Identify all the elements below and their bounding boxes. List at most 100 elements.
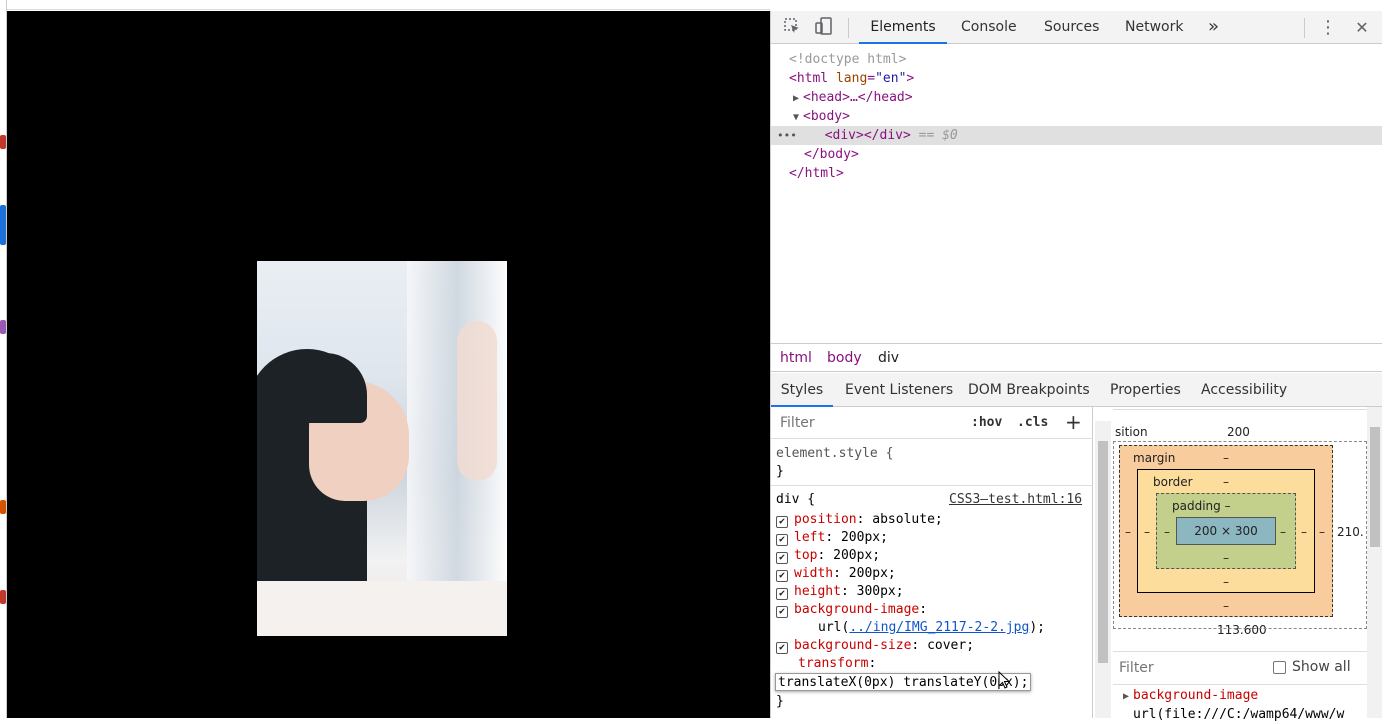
box-model-scrollbar[interactable] [1367,407,1382,718]
margin-bottom-value[interactable]: – [1223,599,1229,613]
tab-accessibility[interactable]: Accessibility [1201,373,1287,407]
tab-properties[interactable]: Properties [1110,373,1181,407]
margin-right-value[interactable]: – [1319,525,1325,539]
dom-line-html-close[interactable]: </html> [771,164,1382,183]
transform-value-editor[interactable]: translateX(0px) translateY(0px); [775,673,1032,691]
position-top-value[interactable]: 200 [1227,425,1250,439]
rule-height[interactable]: ✔ height: 300px; [776,583,904,601]
rule-background-size[interactable]: ✔ background-size: cover; [776,637,974,655]
new-rule-button[interactable]: + [1065,410,1082,434]
checkbox-icon[interactable]: ✔ [776,552,788,564]
rule-left[interactable]: ✔ left: 200px; [776,529,888,547]
styles-filter-input[interactable] [776,412,958,434]
devtools-top-edge [770,0,1395,11]
rule-close-brace: } [776,694,784,709]
html-close-tag: </html> [789,166,844,181]
padding-bottom-value[interactable]: – [1223,551,1229,565]
border-bottom-value[interactable]: – [1223,575,1229,589]
prop-name: top [794,548,818,563]
checkbox-icon[interactable] [1273,660,1286,674]
expand-triangle-icon[interactable]: ▶ [793,89,803,108]
prop-value[interactable]: 300px; [857,584,904,599]
box-content-size[interactable]: 200 × 300 [1176,517,1276,545]
margin-top-value[interactable]: – [1223,451,1229,465]
body-close-tag: </body> [804,147,859,162]
breadcrumb-body[interactable]: body [827,350,862,366]
dom-line-html[interactable]: <html lang="en"> [771,69,1382,88]
rule-close-brace: } [776,464,784,479]
prop-value[interactable]: cover; [927,638,974,653]
border-left-value[interactable]: – [1144,525,1150,539]
dom-line-body-close[interactable]: </body> [771,145,1382,164]
padding-right-value[interactable]: – [1280,525,1286,539]
div-rule-selector[interactable]: div { [776,491,815,509]
tab-network[interactable]: Network [1125,11,1183,44]
more-tabs-button[interactable]: » [1208,11,1219,44]
html-attr-value: "en" [875,71,907,86]
desktop-icon-fragment [0,320,6,334]
tab-console[interactable]: Console [961,11,1017,44]
border-top-value[interactable]: – [1223,475,1229,489]
head-tag: <head>…</head> [803,90,913,105]
scrollbar-thumb[interactable] [1370,427,1380,547]
tab-sources[interactable]: Sources [1044,11,1099,44]
background-photo-div[interactable] [257,261,507,636]
inspect-element-icon[interactable] [781,17,803,39]
breadcrumb-div[interactable]: div [878,350,899,366]
dom-line-doctype[interactable]: <!doctype html> [771,50,1382,69]
devtools-menu-icon[interactable]: ⋮ [1317,17,1339,39]
checkbox-icon[interactable]: ✔ [776,516,788,528]
rule-position[interactable]: ✔ position: absolute; [776,511,943,529]
breadcrumb-html[interactable]: html [780,350,812,366]
hov-toggle[interactable]: :hov [971,415,1002,430]
checkbox-icon[interactable]: ✔ [776,588,788,600]
tabbar-separator [1304,18,1305,38]
scrollbar-thumb[interactable] [1098,441,1108,663]
html-attr-name: lang [835,71,868,86]
rule-top[interactable]: ✔ top: 200px; [776,547,880,565]
checkbox-icon[interactable]: ✔ [776,606,788,618]
rule-width[interactable]: ✔ width: 200px; [776,565,896,583]
border-right-value[interactable]: – [1301,525,1307,539]
desktop-icon-fragment [0,135,6,149]
prop-value[interactable]: 200px; [841,530,888,545]
padding-left-value[interactable]: – [1164,525,1170,539]
dom-line-head[interactable]: ▶ <head>…</head> [771,88,1382,107]
collapse-triangle-icon[interactable]: ▼ [793,108,803,127]
tab-elements[interactable]: Elements [859,11,947,44]
styles-scrollbar[interactable] [1095,421,1111,718]
devtools-tabbar: Elements Console Sources Network » ⋮ ✕ [771,11,1382,44]
element-style-selector[interactable]: element.style { [776,445,893,463]
margin-left-value[interactable]: – [1125,525,1131,539]
node-ellipsis-icon[interactable]: ••• [777,129,797,142]
expand-triangle-icon[interactable]: ▶ [1123,688,1133,706]
dom-line-div-selected[interactable]: ••• <div></div> == $0 [771,126,1382,145]
mouse-cursor-icon [998,670,1012,689]
prop-value[interactable]: 200px; [833,548,880,563]
checkbox-icon[interactable]: ✔ [776,570,788,582]
tab-dom-breakpoints[interactable]: DOM Breakpoints [968,373,1090,407]
dom-line-body[interactable]: ▼ <body> [771,107,1382,126]
checkbox-icon[interactable]: ✔ [776,642,788,654]
prop-name: width [794,566,834,581]
rule-transform[interactable]: transform: [798,655,876,673]
rule-source-link[interactable]: CSS3—test.html:16 [949,491,1082,509]
desktop-left-edge [0,0,7,718]
computed-property[interactable]: ▶ background-image url(file:///C:/wamp64/… [1123,687,1367,724]
computed-filter-input[interactable] [1119,658,1259,678]
close-devtools-icon[interactable]: ✕ [1351,17,1373,39]
html-tag: <html [789,71,829,86]
desktop-icon-fragment [0,500,6,514]
rule-background-image[interactable]: ✔ background-image: [776,601,927,619]
tab-event-listeners[interactable]: Event Listeners [845,373,953,407]
bg-url-value[interactable]: url(../ing/IMG_2117-2-2.jpg); [818,619,1045,637]
checkbox-icon[interactable]: ✔ [776,534,788,546]
bg-url-link[interactable]: ../ing/IMG_2117-2-2.jpg [849,620,1029,635]
cls-toggle[interactable]: .cls [1017,415,1048,430]
prop-value[interactable]: 200px; [849,566,896,581]
prop-value[interactable]: absolute; [872,512,942,527]
show-all-toggle[interactable]: Show all [1273,659,1351,675]
position-label: sition [1115,425,1148,439]
device-toolbar-icon[interactable] [813,17,835,39]
tab-styles[interactable]: Styles [771,373,833,407]
